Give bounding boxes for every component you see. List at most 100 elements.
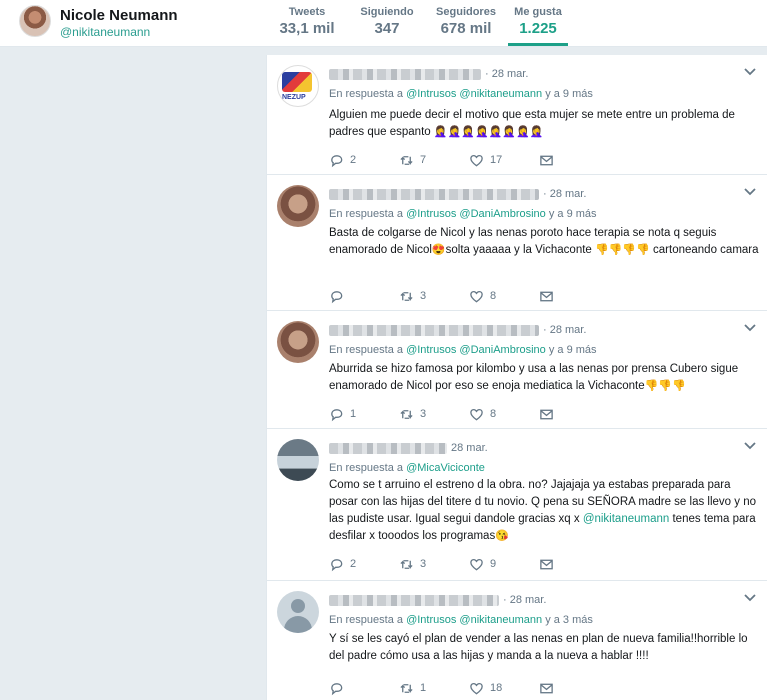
reply-action[interactable] (329, 289, 399, 304)
chevron-down-icon[interactable] (743, 187, 757, 197)
reply-context: En respuesta a @Intrusos @nikitaneumann … (329, 88, 593, 100)
like-action[interactable]: 18 (469, 681, 539, 696)
mention-link[interactable]: @Intrusos (406, 344, 456, 356)
stat-label: Me gusta (514, 6, 562, 18)
stat-likes[interactable]: Me gusta 1.225 (508, 6, 568, 46)
tweet-header: · 28 mar. (329, 187, 586, 201)
message-icon (540, 409, 553, 419)
reply-more-link[interactable]: y a 3 más (545, 614, 593, 626)
message-icon (540, 291, 553, 301)
message-action[interactable] (539, 289, 609, 304)
like-action[interactable]: 8 (469, 407, 539, 422)
message-action[interactable] (539, 681, 609, 696)
tweet-date[interactable]: 28 mar. (451, 442, 488, 454)
mention-link[interactable]: @Intrusos (406, 208, 456, 220)
chevron-down-icon[interactable] (743, 593, 757, 603)
message-icon (540, 559, 553, 569)
like-count: 8 (490, 408, 497, 420)
like-action[interactable]: 17 (469, 153, 539, 168)
tweet-header: · 28 mar. (329, 323, 586, 337)
reply-action[interactable]: 1 (329, 407, 399, 422)
message-icon (540, 683, 553, 693)
stat-value: 678 mil (440, 20, 492, 37)
mention-link[interactable]: @DaniAmbrosino (459, 208, 545, 220)
message-action[interactable] (539, 153, 609, 168)
tweet-date[interactable]: · 28 mar. (503, 594, 546, 606)
chevron-down-icon[interactable] (743, 323, 757, 333)
mention-link[interactable]: @MicaViciconte (406, 462, 485, 474)
retweet-action[interactable]: 3 (399, 557, 469, 572)
reply-action[interactable]: 2 (329, 557, 399, 572)
stat-label: Siguiendo (360, 6, 414, 18)
reply-icon (331, 408, 343, 421)
tweet-text: Basta de colgarse de Nicol y las nenas p… (329, 225, 759, 259)
tweet-emojis: 🤦‍♀️🤦‍♀️🤦‍♀️🤦‍♀️🤦‍♀️🤦‍♀️🤦‍♀️🤦‍♀️ (433, 126, 544, 138)
reply-icon (331, 682, 343, 695)
tweet-header: · 28 mar. (329, 593, 546, 607)
tweet-date[interactable]: · 28 mar. (485, 68, 528, 80)
reply-more-link[interactable]: y a 9 más (549, 344, 597, 356)
retweet-count: 3 (420, 290, 427, 302)
retweet-action[interactable]: 7 (399, 153, 469, 168)
tweet-date[interactable]: · 28 mar. (543, 324, 586, 336)
reply-action[interactable]: 2 (329, 153, 399, 168)
timeline: NEZUP · 28 mar. En respuesta a @Intrusos… (266, 55, 767, 700)
reply-icon (331, 558, 343, 571)
message-action[interactable] (539, 557, 609, 572)
profile-nav-bar: Nicole Neumann @nikitaneumann Tweets 33,… (0, 0, 767, 47)
mention-link[interactable]: @nikitaneumann (583, 513, 669, 525)
reply-prefix: En respuesta a (329, 208, 403, 220)
tweet-avatar[interactable] (277, 591, 319, 633)
profile-name[interactable]: Nicole Neumann (60, 7, 178, 24)
blurred-username (329, 442, 447, 454)
like-icon (470, 290, 483, 302)
tweet-header: 28 mar. (329, 441, 488, 455)
like-icon (470, 558, 483, 570)
chevron-down-icon[interactable] (743, 67, 757, 77)
tweet[interactable]: 28 mar. En respuesta a @MicaViciconte Co… (267, 429, 767, 581)
blurred-username (329, 188, 539, 200)
tweet-date[interactable]: · 28 mar. (543, 188, 586, 200)
reply-count: 2 (350, 558, 357, 570)
mention-link[interactable]: @nikitaneumann (459, 614, 542, 626)
reply-more-link[interactable]: y a 9 más (549, 208, 597, 220)
tweet-avatar[interactable]: NEZUP (277, 65, 319, 107)
retweet-action[interactable]: 1 (399, 681, 469, 696)
like-action[interactable]: 8 (469, 289, 539, 304)
retweet-action[interactable]: 3 (399, 407, 469, 422)
tweet[interactable]: · 28 mar. En respuesta a @Intrusos @niki… (267, 581, 767, 700)
reply-count: 1 (350, 408, 357, 420)
tweet-actions: 2 3 9 (329, 555, 609, 573)
mention-link[interactable]: @DaniAmbrosino (459, 344, 545, 356)
tweet[interactable]: · 28 mar. En respuesta a @Intrusos @Dani… (267, 175, 767, 311)
stat-tweets[interactable]: Tweets 33,1 mil (278, 6, 336, 46)
stat-label: Seguidores (436, 6, 496, 18)
like-action[interactable]: 9 (469, 557, 539, 572)
profile-avatar[interactable] (19, 5, 51, 37)
stat-value: 1.225 (519, 20, 557, 37)
tweet-actions: 1 3 8 (329, 405, 609, 423)
mention-link[interactable]: @Intrusos (406, 614, 456, 626)
stat-following[interactable]: Siguiendo 347 (358, 6, 416, 46)
tweet-avatar[interactable] (277, 439, 319, 481)
like-count: 8 (490, 290, 497, 302)
reply-prefix: En respuesta a (329, 462, 403, 474)
like-count: 18 (490, 682, 503, 694)
tweet[interactable]: · 28 mar. En respuesta a @Intrusos @Dani… (267, 311, 767, 429)
mention-link[interactable]: @nikitaneumann (459, 88, 542, 100)
reply-action[interactable] (329, 681, 399, 696)
retweet-icon (400, 409, 413, 419)
tweet[interactable]: NEZUP · 28 mar. En respuesta a @Intrusos… (267, 55, 767, 175)
reply-more-link[interactable]: y a 9 más (545, 88, 593, 100)
tweet-avatar[interactable] (277, 185, 319, 227)
mention-link[interactable]: @Intrusos (406, 88, 456, 100)
tweet-avatar[interactable] (277, 321, 319, 363)
retweet-action[interactable]: 3 (399, 289, 469, 304)
retweet-icon (400, 559, 413, 569)
chevron-down-icon[interactable] (743, 441, 757, 451)
message-action[interactable] (539, 407, 609, 422)
retweet-count: 7 (420, 154, 427, 166)
profile-handle[interactable]: @nikitaneumann (60, 25, 150, 39)
stat-followers[interactable]: Seguidores 678 mil (435, 6, 497, 46)
reply-icon (331, 154, 343, 167)
